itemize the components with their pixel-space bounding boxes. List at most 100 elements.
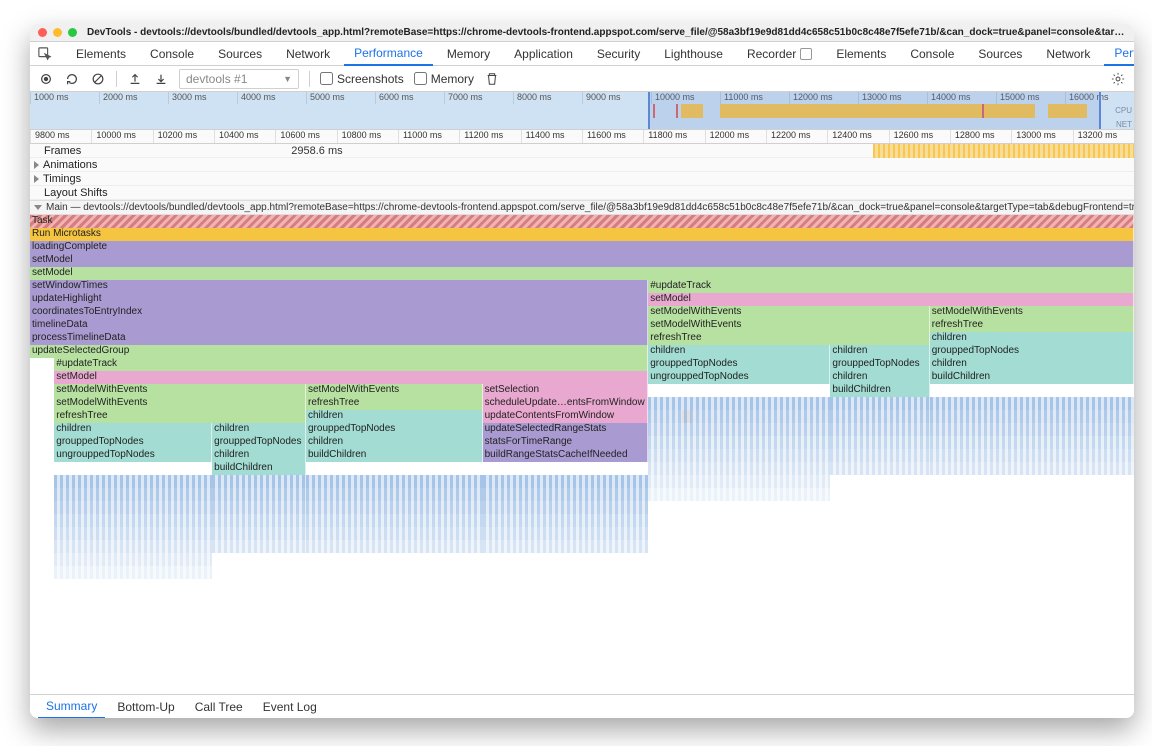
screenshots-checkbox[interactable]: Screenshots: [320, 72, 404, 86]
flame-bar[interactable]: setModel: [54, 371, 648, 384]
flame-stack[interactable]: [648, 488, 830, 501]
flame-bar[interactable]: buildChildren: [930, 371, 1134, 384]
flame-bar[interactable]: setWindowTimes: [30, 280, 648, 293]
flame-stack[interactable]: [830, 462, 929, 475]
tab-recorder[interactable]: Recorder: [737, 42, 822, 66]
flame-bar[interactable]: setModel: [30, 254, 1134, 267]
flame-bar[interactable]: setModelWithEvents: [930, 306, 1134, 319]
flame-bar[interactable]: setModel: [648, 293, 1134, 306]
flame-stack[interactable]: [930, 449, 1134, 462]
flame-stack[interactable]: [830, 449, 929, 462]
maximize-icon[interactable]: [68, 28, 77, 37]
flame-bar[interactable]: children: [648, 345, 830, 358]
flame-bar[interactable]: grouppedTopNodes: [54, 436, 212, 449]
flame-bar[interactable]: refreshTree: [648, 332, 930, 345]
tab-memory[interactable]: Memory: [437, 42, 500, 66]
flame-bar[interactable]: buildRangeStatsCacheIfNeeded: [483, 449, 649, 462]
flame-stack[interactable]: [212, 527, 306, 540]
flame-stack[interactable]: [306, 501, 483, 514]
flame-stack[interactable]: [830, 410, 929, 423]
tab-performance[interactable]: Performance: [344, 42, 433, 66]
flame-stack[interactable]: [483, 540, 649, 553]
minimize-icon[interactable]: [53, 28, 62, 37]
tab-network[interactable]: Network: [1036, 42, 1100, 66]
details-tab-summary[interactable]: Summary: [38, 695, 105, 719]
flame-stack[interactable]: [648, 475, 830, 488]
record-icon[interactable]: [38, 71, 54, 87]
upload-icon[interactable]: [127, 71, 143, 87]
flame-stack[interactable]: [306, 540, 483, 553]
flame-bar[interactable]: children: [830, 345, 929, 358]
inspect-icon[interactable]: [38, 46, 52, 62]
flame-stack[interactable]: [306, 527, 483, 540]
flame-stack[interactable]: [930, 410, 1134, 423]
tab-console[interactable]: Console: [140, 42, 204, 66]
flame-stack[interactable]: [648, 449, 830, 462]
flame-stack[interactable]: [483, 488, 649, 501]
flame-stack[interactable]: [306, 488, 483, 501]
flame-bar[interactable]: setModelWithEvents: [648, 306, 930, 319]
flame-stack[interactable]: [930, 423, 1134, 436]
flame-bar[interactable]: children: [830, 371, 929, 384]
flame-stack[interactable]: [306, 475, 483, 488]
tab-lighthouse[interactable]: Lighthouse: [654, 42, 733, 66]
layout-shifts-track[interactable]: Layout Shifts: [30, 186, 1134, 200]
flame-stack[interactable]: [830, 397, 929, 410]
flame-stack[interactable]: [212, 501, 306, 514]
flame-bar[interactable]: refreshTree: [54, 410, 306, 423]
details-tab-call tree[interactable]: Call Tree: [187, 695, 251, 719]
flame-bar[interactable]: setSelection: [483, 384, 649, 397]
flame-stack[interactable]: [648, 397, 830, 410]
flame-bar[interactable]: buildChildren: [830, 384, 929, 397]
tab-sources[interactable]: Sources: [208, 42, 272, 66]
close-icon[interactable]: [38, 28, 47, 37]
flame-bar[interactable]: buildChildren: [212, 462, 306, 475]
flame-bar[interactable]: updateSelectedRangeStats: [483, 423, 649, 436]
flame-bar[interactable]: coordinatesToEntryIndex: [30, 306, 648, 319]
flame-bar[interactable]: loadingComplete: [30, 241, 1134, 254]
flame-bar[interactable]: setModelWithEvents: [54, 397, 306, 410]
main-thread-header[interactable]: Main — devtools://devtools/bundled/devto…: [30, 200, 1134, 215]
capture-settings-icon[interactable]: [1110, 71, 1126, 87]
tab-elements[interactable]: Elements: [826, 42, 896, 66]
flame-bar[interactable]: scheduleUpdate…entsFromWindow: [483, 397, 649, 410]
flame-bar[interactable]: setModel: [30, 267, 1134, 280]
flame-bar[interactable]: Run Microtasks: [30, 228, 1134, 241]
flame-chart[interactable]: TaskRun MicrotasksloadingCompletesetMode…: [30, 215, 1134, 694]
flame-bar[interactable]: processTimelineData: [30, 332, 648, 345]
animations-track[interactable]: Animations: [30, 158, 1134, 172]
flame-stack[interactable]: [830, 436, 929, 449]
flame-bar[interactable]: children: [212, 449, 306, 462]
flame-stack[interactable]: [483, 475, 649, 488]
flame-bar[interactable]: children: [54, 423, 212, 436]
flame-bar[interactable]: ungrouppedTopNodes: [54, 449, 212, 462]
tab-console[interactable]: Console: [900, 42, 964, 66]
flame-bar[interactable]: updateSelectedGroup: [30, 345, 648, 358]
tab-security[interactable]: Security: [587, 42, 650, 66]
tab-performance[interactable]: Performance: [1104, 42, 1134, 66]
flame-bar[interactable]: children: [930, 358, 1134, 371]
flame-bar[interactable]: grouppedTopNodes: [212, 436, 306, 449]
flame-bar[interactable]: setModelWithEvents: [648, 319, 930, 332]
overview-selection[interactable]: [648, 92, 1101, 129]
flame-bar[interactable]: grouppedTopNodes: [930, 345, 1134, 358]
flame-stack[interactable]: [54, 527, 212, 540]
flame-stack[interactable]: [483, 514, 649, 527]
profile-selector[interactable]: devtools #1 ▼: [179, 69, 299, 89]
flame-stack[interactable]: [54, 566, 212, 579]
flame-stack[interactable]: [54, 488, 212, 501]
reload-icon[interactable]: [64, 71, 80, 87]
overview-timeline[interactable]: 1000 ms2000 ms3000 ms4000 ms5000 ms6000 …: [30, 92, 1134, 130]
details-tab-event log[interactable]: Event Log: [255, 695, 325, 719]
flame-stack[interactable]: [930, 462, 1134, 475]
flame-stack[interactable]: [54, 540, 212, 553]
flame-bar[interactable]: updateContentsFromWindow: [483, 410, 649, 423]
flame-bar[interactable]: Task: [30, 215, 1134, 228]
flame-bar[interactable]: setModelWithEvents: [306, 384, 483, 397]
flame-stack[interactable]: [54, 553, 212, 566]
download-icon[interactable]: [153, 71, 169, 87]
flame-bar[interactable]: children: [930, 332, 1134, 345]
flame-bar[interactable]: refreshTree: [930, 319, 1134, 332]
frames-track[interactable]: Frames 2958.6 ms: [30, 144, 1134, 158]
flame-stack[interactable]: [648, 462, 830, 475]
